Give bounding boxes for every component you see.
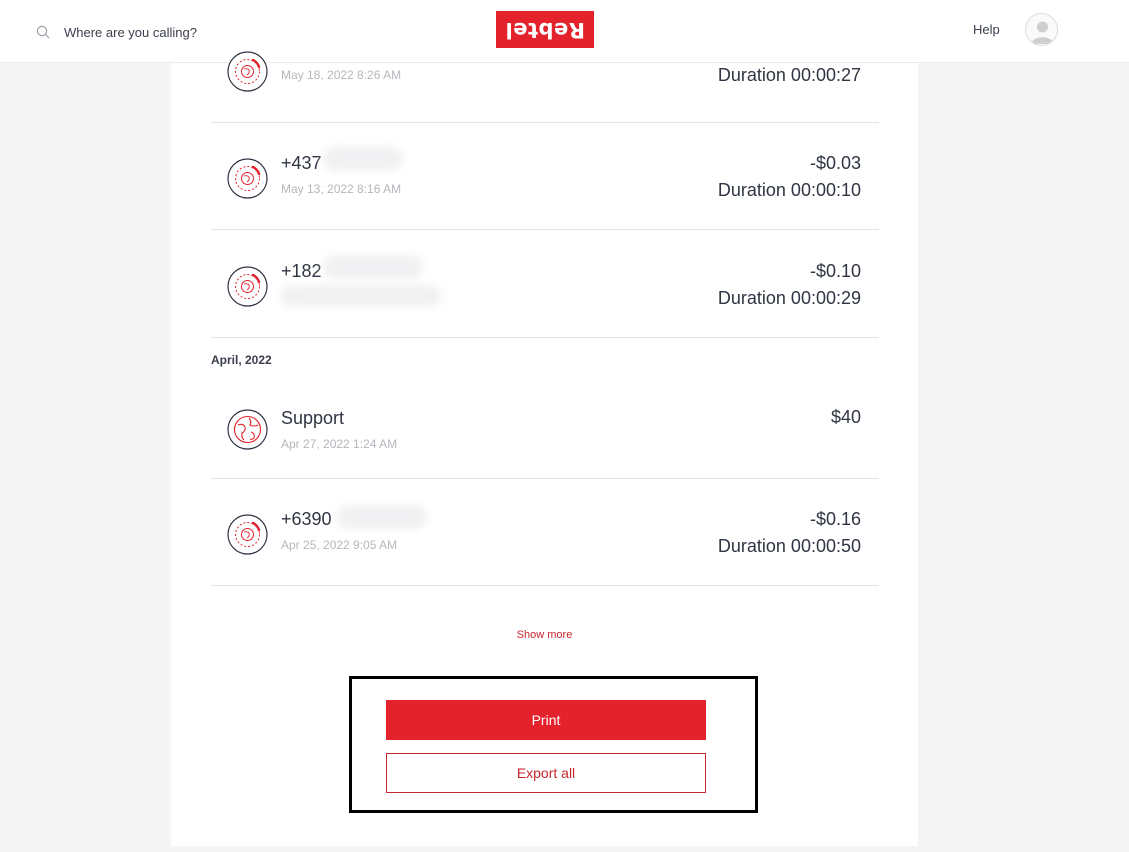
support-globe-icon bbox=[227, 409, 268, 450]
redacted-number bbox=[337, 505, 427, 529]
call-duration: Duration 00:00:50 bbox=[717, 536, 861, 556]
call-row[interactable]: +182 -$0.10 Duration 00:00:29 bbox=[211, 230, 879, 338]
call-date: Apr 25, 2022 9:05 AM bbox=[281, 538, 398, 552]
call-number: +182 bbox=[281, 261, 322, 281]
call-number: Support bbox=[281, 408, 345, 428]
call-cost: -$0.16 bbox=[809, 509, 861, 529]
call-number: +6390 bbox=[281, 509, 332, 529]
call-date: May 13, 2022 8:16 AM bbox=[281, 182, 402, 196]
call-globe-icon bbox=[227, 514, 268, 555]
call-globe-icon bbox=[227, 266, 268, 307]
help-link[interactable]: Help bbox=[973, 22, 1000, 37]
month-header: April, 2022 bbox=[211, 353, 272, 367]
show-more-link[interactable]: Show more bbox=[171, 629, 918, 641]
call-number: +437 bbox=[281, 153, 322, 173]
call-cost: -$0.10 bbox=[809, 261, 861, 281]
call-row[interactable]: May 18, 2022 8:26 AM Duration 00:00:27 bbox=[211, 43, 879, 123]
call-duration: Duration 00:00:29 bbox=[717, 288, 861, 308]
redacted-number bbox=[323, 255, 423, 279]
call-row[interactable]: +437 May 13, 2022 8:16 AM -$0.03 Duratio… bbox=[211, 123, 879, 230]
call-history-panel: May 18, 2022 8:26 AM Duration 00:00:27 +… bbox=[171, 51, 918, 846]
user-icon bbox=[1031, 21, 1054, 44]
call-cost: -$0.03 bbox=[809, 153, 861, 173]
call-row[interactable]: Support Apr 27, 2022 1:24 AM $40 bbox=[211, 373, 879, 479]
search-input[interactable]: Where are you calling? bbox=[36, 20, 197, 44]
logo-text: Rebtel bbox=[505, 17, 585, 42]
call-duration: Duration 00:00:27 bbox=[717, 65, 861, 85]
search-icon bbox=[36, 25, 50, 39]
redacted-number bbox=[323, 147, 403, 171]
call-cost: $40 bbox=[830, 407, 861, 427]
call-row[interactable]: +6390 Apr 25, 2022 9:05 AM -$0.16 Durati… bbox=[211, 479, 879, 586]
actions-box: Print Export all bbox=[349, 676, 758, 813]
call-globe-icon bbox=[227, 158, 268, 199]
redacted-date bbox=[281, 285, 441, 307]
call-duration: Duration 00:00:10 bbox=[717, 180, 861, 200]
call-globe-icon bbox=[227, 51, 268, 92]
call-date: Apr 27, 2022 1:24 AM bbox=[281, 437, 398, 451]
call-date: May 18, 2022 8:26 AM bbox=[281, 68, 402, 82]
export-all-button[interactable]: Export all bbox=[386, 753, 706, 793]
avatar[interactable] bbox=[1025, 13, 1058, 46]
search-placeholder[interactable]: Where are you calling? bbox=[64, 25, 197, 40]
print-button[interactable]: Print bbox=[386, 700, 706, 740]
